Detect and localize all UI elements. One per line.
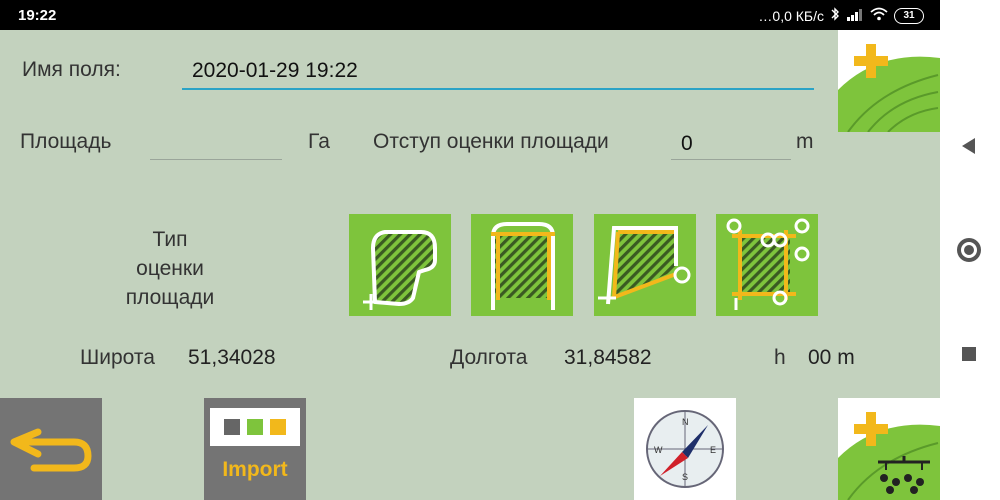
measure-freehand-button[interactable] (349, 214, 451, 316)
compass-icon: N E S W (646, 410, 724, 488)
offset-input[interactable] (671, 128, 791, 160)
add-field-icon (838, 30, 940, 133)
circle-home-icon (957, 238, 981, 262)
nav-recents-button[interactable] (940, 334, 1000, 374)
import-button[interactable]: Import (204, 398, 306, 500)
wifi-icon (870, 7, 888, 24)
edges-area-icon (491, 222, 555, 310)
measure-type-label-line: площади (125, 286, 215, 309)
area-label: Площадь (20, 130, 112, 153)
field-editor: Имя поля: Площадь Га Отступ оценки площа… (0, 30, 940, 500)
status-bar: 19:22 …0,0 КБ/с 31 (0, 0, 940, 30)
measure-type-label: Тип оценки площади (120, 225, 220, 312)
import-palette (210, 408, 300, 446)
compass-letter-e: E (710, 445, 716, 455)
back-arrow-icon (10, 428, 92, 472)
compass-button[interactable]: N E S W (634, 398, 736, 500)
latitude-label: Широта (80, 346, 155, 369)
compass-letter-s: S (682, 472, 688, 482)
orange-square-icon (270, 419, 286, 435)
area-input[interactable] (150, 128, 282, 160)
boundary-area-icon (598, 226, 691, 305)
status-icons: …0,0 КБ/с 31 (758, 7, 924, 24)
field-name-input[interactable] (182, 54, 814, 90)
measure-edges-button[interactable] (471, 214, 573, 316)
triangle-back-icon (962, 138, 975, 154)
measure-type-label-line: Тип (152, 228, 188, 251)
nav-back-button[interactable] (940, 126, 1000, 166)
longitude-value: 31,84582 (564, 346, 652, 369)
bluetooth-icon (830, 7, 840, 24)
add-field-sprayer-icon (838, 398, 940, 500)
add-field-button[interactable] (838, 30, 940, 133)
nav-home-button[interactable] (940, 230, 1000, 270)
field-name-label: Имя поля: (22, 58, 121, 81)
area-unit: Га (308, 130, 330, 153)
system-nav-bar (940, 0, 1000, 500)
latitude-value: 51,34028 (188, 346, 276, 369)
offset-unit: m (796, 130, 814, 153)
grey-square-icon (224, 419, 240, 435)
longitude-label: Долгота (450, 346, 528, 369)
add-field-with-equipment-button[interactable] (838, 398, 940, 500)
measure-corners-button[interactable] (716, 214, 818, 316)
compass-letter-n: N (682, 417, 689, 427)
corner-points-icon (726, 218, 810, 310)
compass-letter-w: W (654, 445, 663, 455)
freehand-area-icon (363, 230, 437, 310)
height-label: h (774, 346, 786, 369)
green-square-icon (247, 419, 263, 435)
signal-icon (846, 8, 864, 24)
back-button[interactable] (0, 398, 102, 500)
measure-boundary-button[interactable] (594, 214, 696, 316)
offset-label: Отступ оценки площади (373, 130, 609, 153)
status-time: 19:22 (18, 7, 57, 24)
measure-type-label-line: оценки (136, 257, 204, 280)
battery-icon: 31 (894, 7, 924, 24)
import-label: Import (222, 458, 288, 481)
network-speed: …0,0 КБ/с (758, 7, 824, 24)
square-recents-icon (962, 347, 976, 361)
height-value: 00 m (808, 346, 855, 369)
